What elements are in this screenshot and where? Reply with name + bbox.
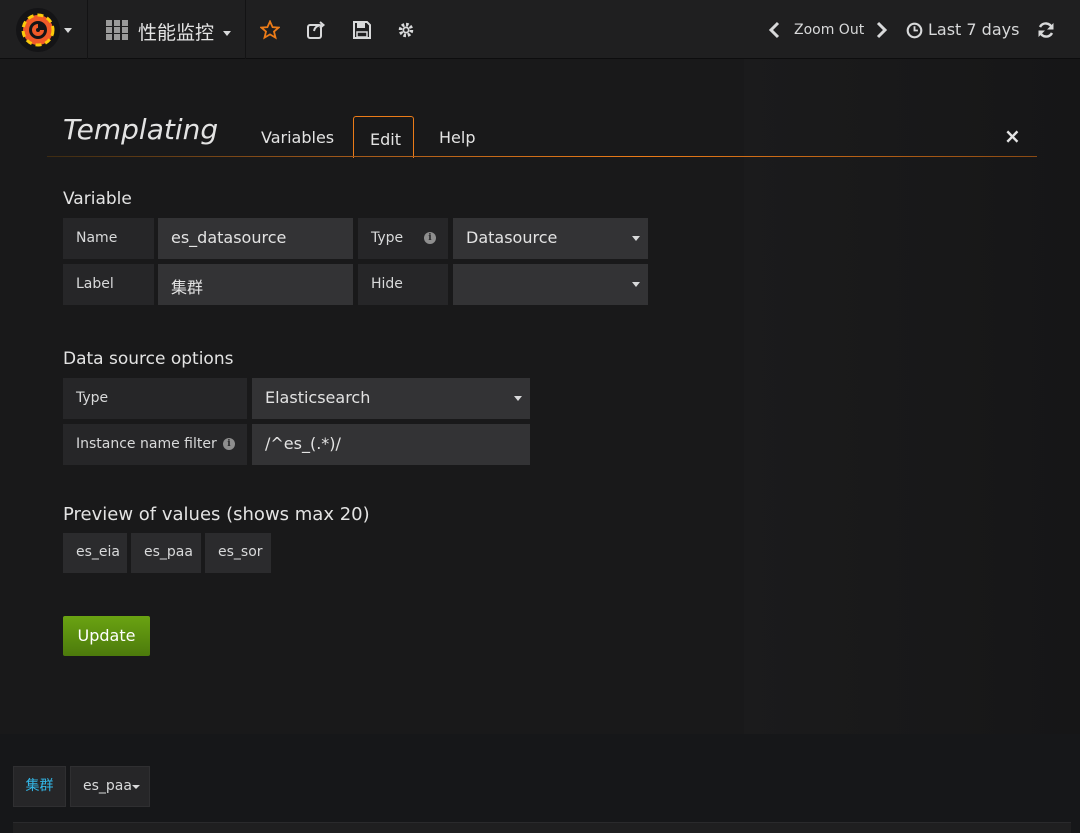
instance-filter-label: Instance name filter i: [63, 424, 247, 465]
type-label-text: Type: [371, 230, 404, 246]
zoom-out-button[interactable]: Zoom Out: [794, 22, 864, 38]
info-icon[interactable]: i: [424, 232, 436, 244]
variable-section-title: Variable: [63, 189, 132, 209]
ds-type-select[interactable]: Elasticsearch: [252, 378, 530, 419]
preview-value: es_sor: [205, 533, 271, 573]
info-icon[interactable]: i: [223, 438, 235, 450]
share-icon[interactable]: [306, 20, 326, 40]
name-input[interactable]: es_datasource: [158, 218, 353, 259]
clock-icon: [906, 22, 923, 39]
preview-value: es_paa: [131, 533, 201, 573]
label-label: Label: [63, 264, 154, 305]
tab-edit-label: Edit: [370, 130, 401, 149]
chevron-down-icon: [514, 396, 522, 401]
hide-select[interactable]: [453, 264, 648, 305]
update-button[interactable]: Update: [63, 616, 150, 656]
ds-type-value: Elasticsearch: [265, 388, 371, 407]
datasource-section-title: Data source options: [63, 349, 234, 369]
page-title: Templating: [63, 113, 219, 146]
chevron-right-icon[interactable]: [871, 20, 891, 40]
dashboard-grid-icon: [106, 20, 128, 40]
submenu-variable-select[interactable]: es_paa: [70, 766, 150, 807]
submenu-variable-value: es_paa: [83, 778, 132, 794]
save-icon[interactable]: [352, 20, 372, 40]
type-select[interactable]: Datasource: [453, 218, 648, 259]
hide-label: Hide: [358, 264, 448, 305]
chevron-down-icon: [64, 28, 72, 33]
type-label: Type i: [358, 218, 448, 259]
chevron-down-icon: [632, 282, 640, 287]
label-input[interactable]: 集群: [158, 264, 353, 305]
time-range-picker[interactable]: Last 7 days: [928, 20, 1019, 39]
chevron-down-icon: [632, 236, 640, 241]
refresh-icon[interactable]: [1036, 20, 1056, 40]
instance-filter-input[interactable]: /^es_(.*)/: [252, 424, 530, 465]
dashboard-row: [13, 822, 1071, 833]
ds-type-label: Type: [63, 378, 247, 419]
chevron-left-icon[interactable]: [765, 20, 785, 40]
submenu-variable-label: 集群: [13, 766, 66, 807]
chevron-down-icon: [223, 31, 231, 36]
logo-menu-button[interactable]: [0, 0, 88, 59]
dashboard-picker[interactable]: 性能监控: [88, 0, 246, 59]
tab-edit[interactable]: Edit: [353, 116, 414, 158]
tab-help[interactable]: Help: [439, 128, 475, 147]
chevron-down-icon: [132, 785, 140, 789]
grafana-logo-icon: [16, 8, 60, 52]
type-select-value: Datasource: [466, 228, 558, 247]
close-icon[interactable]: ×: [1004, 124, 1021, 148]
preview-section-title: Preview of values (shows max 20): [63, 504, 370, 525]
tab-underline: [47, 156, 1037, 157]
gear-icon[interactable]: [396, 20, 416, 40]
preview-value: es_eia: [63, 533, 127, 573]
instance-filter-label-text: Instance name filter: [76, 436, 217, 452]
tab-variables[interactable]: Variables: [261, 128, 334, 147]
top-navbar: 性能监控 Zoom Out Last 7 days: [0, 0, 1080, 59]
star-icon[interactable]: [260, 20, 280, 40]
name-label: Name: [63, 218, 154, 259]
dashboard-title: 性能监控: [138, 22, 215, 44]
panel-background: [744, 59, 1080, 734]
